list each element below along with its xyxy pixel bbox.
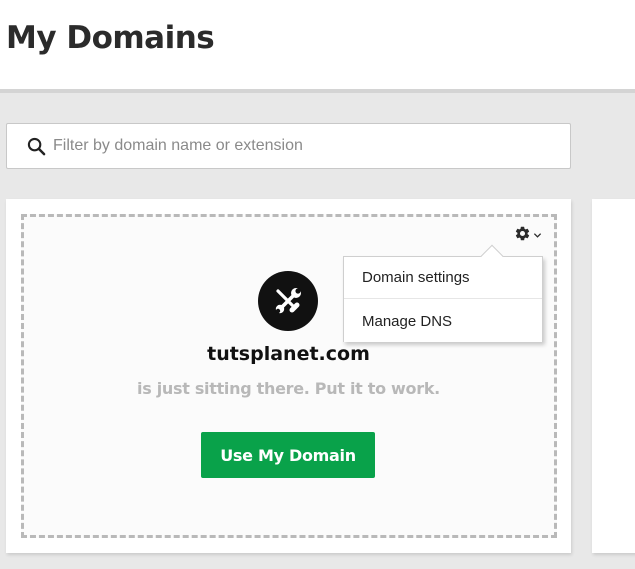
use-my-domain-button[interactable]: Use My Domain <box>201 432 375 478</box>
menu-item-manage-dns[interactable]: Manage DNS <box>344 300 542 342</box>
search-box[interactable] <box>6 123 571 169</box>
page-title: My Domains <box>6 20 215 56</box>
tools-badge <box>258 271 318 331</box>
domain-card-partial <box>592 199 635 553</box>
chevron-down-icon <box>533 227 542 245</box>
gear-icon <box>514 225 531 247</box>
menu-item-domain-settings[interactable]: Domain settings <box>344 257 542 299</box>
wrench-screwdriver-icon <box>275 288 301 314</box>
page-header: My Domains <box>0 0 635 93</box>
domain-name: tutsplanet.com <box>207 343 370 365</box>
domain-tagline: is just sitting there. Put it to work. <box>137 379 440 398</box>
search-icon <box>26 136 46 156</box>
search-input[interactable] <box>53 137 533 155</box>
settings-menu-button[interactable] <box>514 225 544 247</box>
settings-dropdown-menu: Domain settings Manage DNS <box>343 244 543 342</box>
